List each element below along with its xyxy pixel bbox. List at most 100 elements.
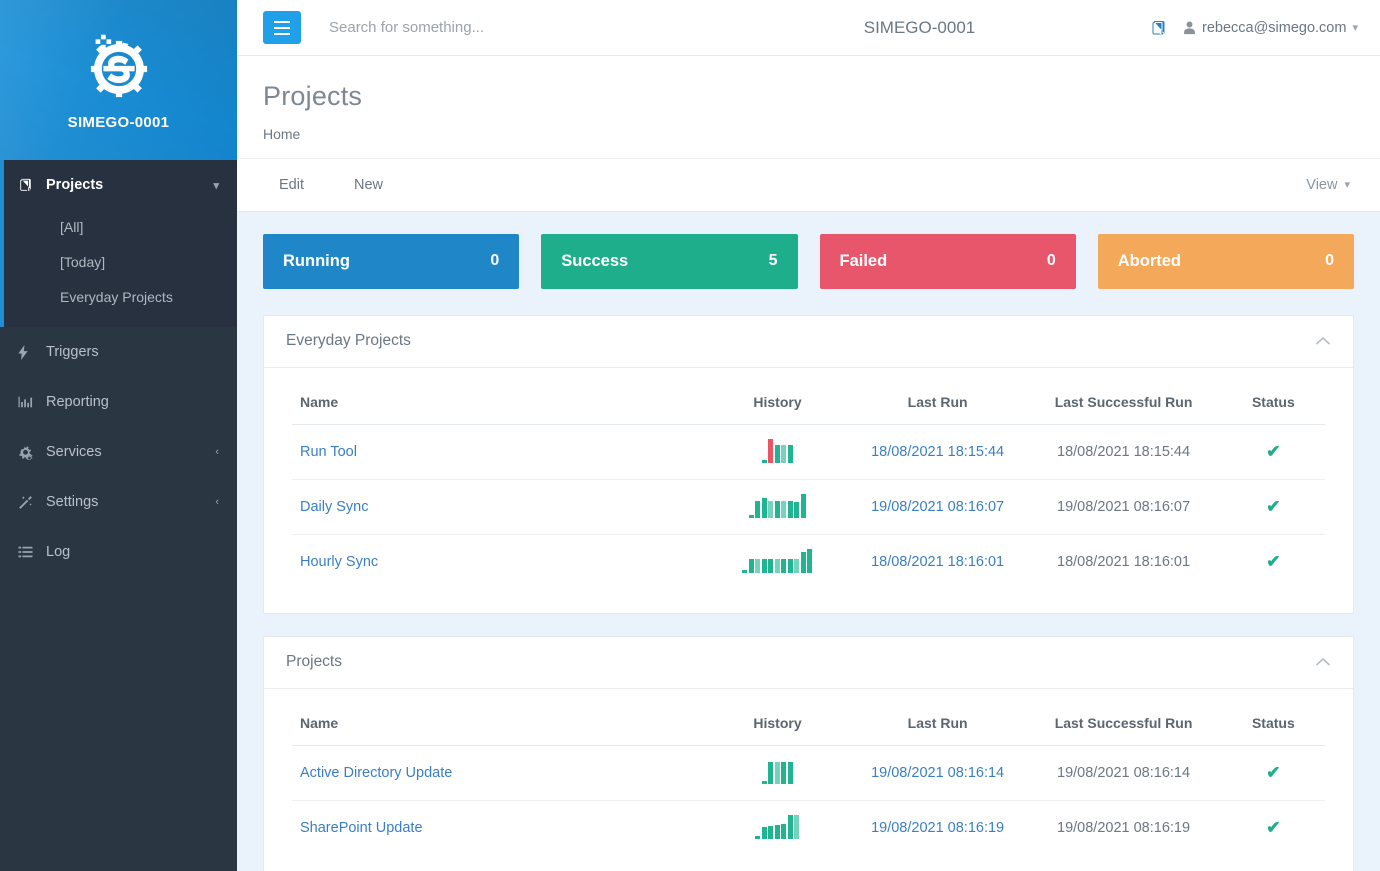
last-run-cell[interactable]: 19/08/2021 08:16:19: [850, 800, 1026, 855]
projects-table: Name History Last Run Last Successful Run St…: [292, 700, 1325, 855]
app-root: SIMEGO-0001 Projects ▾ [All] [Today] Eve…: [0, 0, 1380, 871]
history-bar: [761, 459, 767, 463]
chevron-left-icon[interactable]: ‹: [215, 496, 219, 508]
status-card-failed[interactable]: Failed 0: [819, 233, 1076, 289]
view-dropdown[interactable]: View ▾: [1302, 171, 1354, 199]
hamburger-line: [274, 26, 290, 29]
brand-name: SIMEGO-0001: [67, 113, 170, 131]
status-card-label: Running: [283, 251, 350, 270]
hamburger-line: [274, 20, 290, 23]
sidebar-item-label: Triggers: [46, 344, 99, 360]
status-cards: Running 0 Success 5 Failed 0 Aborted 0: [263, 233, 1354, 289]
status-card-aborted[interactable]: Aborted 0: [1097, 233, 1354, 289]
history-cell: [705, 800, 850, 855]
sidebar-subitem-everyday-projects[interactable]: Everyday Projects: [0, 280, 237, 315]
chevron-left-icon[interactable]: ‹: [215, 446, 219, 458]
book-icon[interactable]: [1150, 20, 1167, 36]
status-cell: ✔: [1221, 424, 1325, 480]
history-bar: [768, 500, 774, 518]
sidebar-group-projects: Projects ▾ [All] [Today] Everyday Projec…: [0, 160, 237, 327]
history-sparkline[interactable]: [761, 758, 793, 784]
check-icon: ✔: [1266, 496, 1281, 516]
sidebar-item-reporting[interactable]: Reporting: [0, 377, 237, 427]
sidebar-item-settings[interactable]: Settings ‹: [0, 477, 237, 527]
sidebar-item-projects[interactable]: Projects ▾: [0, 160, 237, 210]
sidebar-subitem-all[interactable]: [All]: [0, 210, 237, 245]
history-bar: [781, 444, 787, 463]
brand-header: SIMEGO-0001: [0, 0, 237, 160]
page-header: Projects Home: [237, 56, 1380, 158]
last-run-cell[interactable]: 19/08/2021 08:16:14: [849, 745, 1026, 801]
project-link[interactable]: SharePoint Update: [300, 820, 423, 836]
history-bar: [800, 551, 806, 573]
history-bar: [774, 444, 780, 463]
project-link[interactable]: Daily Sync: [300, 499, 369, 515]
new-button[interactable]: New: [338, 171, 399, 199]
sidebar-nav: Projects ▾ [All] [Today] Everyday Projec…: [0, 160, 237, 577]
breadcrumb[interactable]: Home: [263, 126, 1354, 142]
status-card-value: 0: [1325, 252, 1334, 270]
status-card-success[interactable]: Success 5: [541, 233, 798, 289]
bar-chart-icon: [18, 395, 40, 409]
sidebar-item-log[interactable]: Log: [0, 527, 237, 577]
project-name-cell: Hourly Sync: [292, 534, 705, 589]
sidebar: SIMEGO-0001 Projects ▾ [All] [Today] Eve…: [0, 0, 237, 871]
last-run-cell[interactable]: 18/08/2021 18:16:01: [850, 534, 1026, 589]
chevron-down-icon[interactable]: ▾: [213, 179, 219, 192]
last-successful-run-cell: 18/08/2021 18:16:01: [1057, 553, 1191, 570]
chevron-up-icon[interactable]: [1315, 336, 1331, 346]
history-sparkline[interactable]: [761, 437, 793, 463]
sidebar-item-triggers[interactable]: Triggers: [0, 327, 237, 377]
project-link[interactable]: Hourly Sync: [300, 554, 378, 570]
column-header-name: Name: [292, 379, 706, 425]
user-email: rebecca@simego.com: [1201, 19, 1347, 36]
check-icon: ✔: [1266, 762, 1281, 782]
column-header-last-successful-run: Last Successful Run: [1025, 379, 1222, 425]
search-input[interactable]: [329, 19, 689, 36]
sidebar-item-label: Projects: [46, 177, 104, 193]
status-card-running[interactable]: Running 0: [263, 233, 520, 289]
bolt-icon: [18, 344, 40, 360]
last-run-cell[interactable]: 18/08/2021 18:15:44: [849, 424, 1026, 480]
history-bar: [748, 558, 754, 573]
history-bar: [794, 501, 800, 518]
check-icon: ✔: [1266, 817, 1281, 837]
history-bar: [800, 493, 806, 518]
last-run-cell[interactable]: 19/08/2021 08:16:07: [849, 479, 1026, 535]
panel-title: Everyday Projects: [286, 332, 411, 350]
check-icon: ✔: [1266, 441, 1281, 461]
project-name-cell: Daily Sync: [292, 479, 706, 535]
history-sparkline[interactable]: [742, 547, 813, 573]
gears-icon: [18, 445, 40, 460]
panel-list: Everyday Projects Name History Last Run Last…: [263, 314, 1354, 871]
status-card-value: 0: [490, 252, 500, 270]
action-toolbar: Edit New View ▾: [237, 157, 1380, 212]
history-cell: [705, 745, 850, 801]
status-card-value: 0: [1046, 252, 1056, 270]
history-bar: [787, 444, 793, 463]
sidebar-item-services[interactable]: Services ‹: [0, 427, 237, 477]
sidebar-submenu-projects: [All] [Today] Everyday Projects: [0, 210, 237, 327]
edit-button[interactable]: Edit: [263, 171, 320, 199]
caret-down-icon: ▾: [1344, 179, 1350, 192]
topbar-title: SIMEGO-0001: [863, 17, 976, 37]
history-bar: [755, 558, 761, 573]
table-row: Hourly Sync 18/08/2021 18:16:01 18/08/2021…: [292, 534, 1325, 589]
book-icon: [18, 178, 40, 192]
sidebar-subitem-today[interactable]: [Today]: [0, 245, 237, 280]
history-sparkline[interactable]: [748, 492, 806, 518]
hamburger-icon[interactable]: [263, 11, 301, 44]
column-header-status: Status: [1221, 700, 1325, 746]
table-row: Active Directory Update 19/08/2021 08:16:…: [292, 745, 1325, 801]
status-card-label: Failed: [839, 251, 888, 270]
table-header-row: Name History Last Run Last Successful Run St…: [292, 700, 1325, 746]
history-bar: [787, 814, 793, 839]
history-bar: [774, 558, 780, 573]
project-link[interactable]: Run Tool: [300, 444, 357, 460]
content-area: Running 0 Success 5 Failed 0 Aborted 0 Everyday…: [237, 212, 1380, 871]
chevron-up-icon[interactable]: [1315, 657, 1331, 667]
user-menu[interactable]: rebecca@simego.com ▾: [1183, 20, 1358, 36]
history-sparkline[interactable]: [755, 813, 800, 839]
project-link[interactable]: Active Directory Update: [300, 765, 452, 781]
column-header-last-run: Last Run: [849, 700, 1026, 746]
